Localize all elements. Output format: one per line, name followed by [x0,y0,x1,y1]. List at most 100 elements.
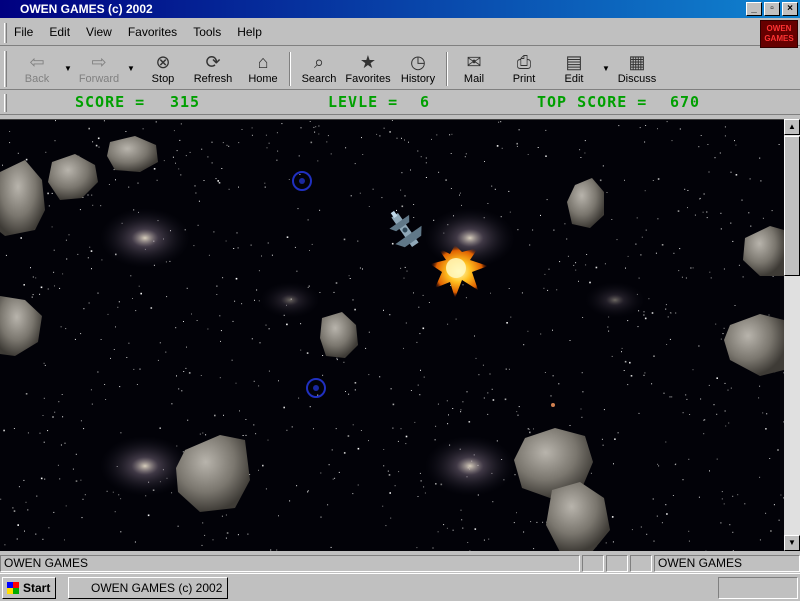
star [474,528,477,530]
star [405,322,407,324]
star [581,372,583,374]
print-button[interactable]: ⎙ Print [497,51,551,89]
asteroid [724,314,784,376]
star [270,549,272,551]
star [354,308,356,311]
start-button[interactable]: Start [2,577,56,599]
star [53,271,55,273]
star [286,429,288,431]
star [671,396,673,398]
minimize-button[interactable]: _ [746,2,762,16]
star [403,277,405,279]
star [771,210,773,212]
star [259,342,261,344]
star [488,538,490,540]
toolbar-grip [4,51,7,87]
star [23,284,25,286]
scroll-up-button[interactable]: ▲ [784,119,800,135]
back-button[interactable]: ⇦ Back [10,51,64,89]
star [117,306,119,308]
star [438,171,440,173]
scroll-down-button[interactable]: ▼ [784,535,800,551]
star [155,121,157,123]
star [35,277,37,279]
menu-tools[interactable]: Tools [193,25,221,39]
star [451,133,453,135]
back-arrow-icon: ⇦ [29,52,45,72]
star [180,123,182,125]
menu-file[interactable]: File [14,25,33,39]
game-canvas[interactable] [0,119,784,551]
taskbar-window-button[interactable]: OWEN GAMES (c) 2002 [68,577,228,599]
star [465,153,467,155]
star [219,315,221,317]
forward-button[interactable]: ⇨ Forward [72,51,126,89]
star [88,127,90,130]
scroll-thumb[interactable] [784,136,800,276]
search-icon: ⌕ [313,52,325,72]
galaxy [585,282,645,318]
star [573,264,575,266]
star [564,223,566,225]
star [544,372,546,373]
star [389,492,391,494]
refresh-button[interactable]: ⟳ Refresh [186,51,240,89]
star [413,292,414,294]
star [202,522,204,524]
menu-view[interactable]: View [86,25,112,39]
star [450,284,452,286]
star [65,239,67,241]
star [748,212,750,214]
restore-button[interactable]: ▫ [764,2,780,16]
search-button[interactable]: ⌕ Search [292,51,346,89]
star [624,360,627,363]
star [368,440,369,442]
star [256,289,258,291]
edit-dropdown-icon[interactable]: ▼ [602,64,610,73]
star [30,267,31,269]
star [195,192,197,194]
edit-button[interactable]: ▤ Edit [547,51,601,89]
star [723,268,725,270]
history-button[interactable]: ◷ History [391,51,445,89]
star [175,327,177,329]
favorites-button[interactable]: ★ Favorites [341,51,395,89]
star [266,147,268,149]
home-button[interactable]: ⌂ Home [236,51,290,89]
menu-edit[interactable]: Edit [49,25,70,39]
vertical-scrollbar[interactable]: ▲ ▼ [784,119,800,551]
star [552,375,554,377]
star [59,287,61,289]
star [88,302,90,304]
star [66,258,68,260]
star [487,203,489,204]
menu-favorites[interactable]: Favorites [128,25,177,39]
discuss-button[interactable]: ▦ Discuss [610,51,664,89]
star [527,154,529,155]
mail-button[interactable]: ✉ Mail [447,51,501,89]
star [447,423,449,425]
star [95,144,98,147]
star [235,382,237,384]
star [35,533,37,535]
star [345,391,346,392]
star [398,471,400,473]
stop-button[interactable]: ⊗ Stop [136,51,190,89]
star [762,217,764,219]
star [100,205,102,207]
star [9,131,11,132]
star [165,351,167,353]
star [178,168,180,170]
star [114,511,116,513]
star [585,264,587,266]
star [624,179,625,181]
close-button[interactable]: × [782,2,798,16]
star [13,510,16,512]
menu-help[interactable]: Help [237,25,262,39]
star [483,397,485,399]
star [665,504,667,506]
back-dropdown-icon[interactable]: ▼ [64,64,72,73]
star [90,250,93,252]
forward-dropdown-icon[interactable]: ▼ [127,64,135,73]
star [494,188,496,190]
